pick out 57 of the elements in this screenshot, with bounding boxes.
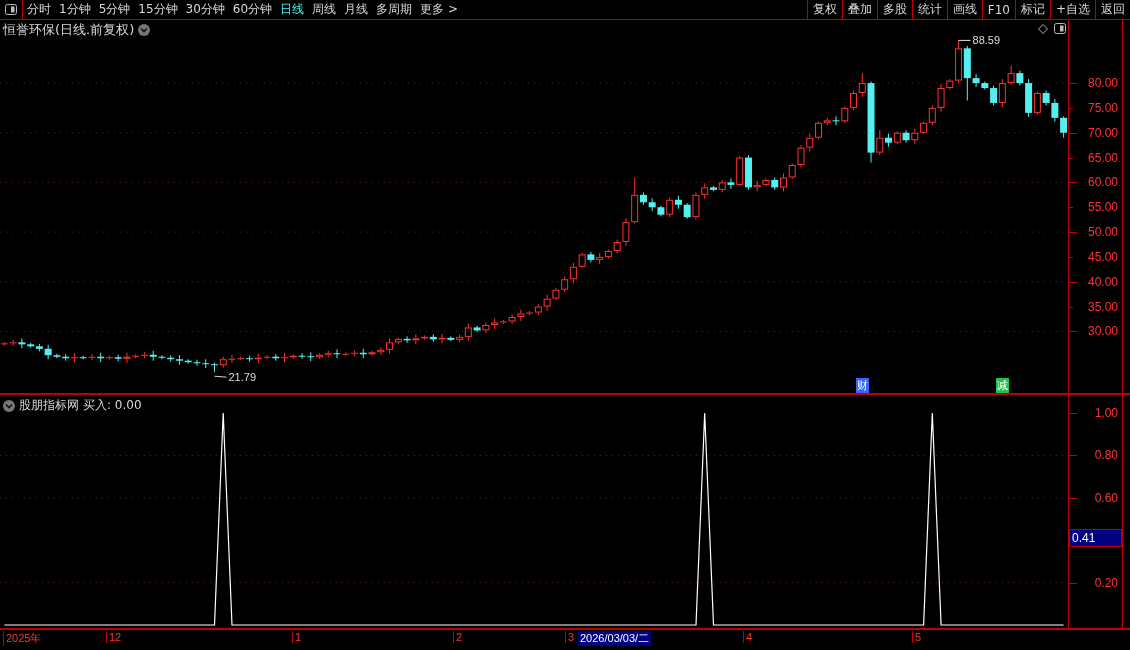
period-tab[interactable]: 15分钟 <box>134 0 182 19</box>
date-axis-label: 2025年 <box>3 631 42 646</box>
date-axis-label: 1 <box>292 631 302 643</box>
axis-label: 60.00 <box>1087 175 1118 190</box>
axis-label: 50.00 <box>1087 225 1118 240</box>
toolbar-button[interactable]: 画线 <box>946 0 982 19</box>
axis-label: 0.20 <box>1094 575 1118 590</box>
axis-label: 0.80 <box>1094 448 1118 463</box>
axis-label: 80.00 <box>1087 76 1118 91</box>
axis-label: 30.00 <box>1087 324 1118 339</box>
price-annotation: 88.59 <box>958 34 1001 47</box>
panel-toggle-icon[interactable] <box>1054 23 1066 34</box>
stock-title: 恒誉环保(日线.前复权) <box>3 21 135 39</box>
diamond-icon[interactable] <box>1038 23 1048 34</box>
period-tab[interactable]: 多周期 <box>372 0 417 19</box>
period-tab[interactable]: 日线 <box>276 0 309 19</box>
axis-label: 55.00 <box>1087 200 1118 215</box>
dropdown-icon[interactable] <box>138 24 151 36</box>
axis-label: 1.00 <box>1094 406 1118 420</box>
axis-label: 35.00 <box>1087 299 1118 314</box>
toolbar-button[interactable]: F10 <box>981 0 1015 19</box>
indicator-name: 股朋指标网 <box>19 397 79 414</box>
axis-label: 40.00 <box>1087 274 1118 289</box>
toolbar-button[interactable]: 返回 <box>1095 0 1130 19</box>
period-tab[interactable]: 月线 <box>340 0 373 19</box>
period-tab[interactable]: 60分钟 <box>228 0 277 19</box>
toolbar-button[interactable]: 多股 <box>876 0 912 19</box>
toolbar-button[interactable]: 复权 <box>806 0 842 19</box>
toolbar-button[interactable]: 统计 <box>911 0 947 19</box>
annotation: 88.59 <box>972 34 1001 47</box>
period-tab[interactable]: 30分钟 <box>181 0 229 19</box>
indicator-reading: 买入: 0.00 <box>83 397 142 414</box>
date-axis-label: 4 <box>743 631 753 643</box>
toolbar-button[interactable]: +自选 <box>1049 0 1095 19</box>
annotation: 21.79 <box>228 371 257 384</box>
period-tab[interactable]: 1分钟 <box>55 0 95 19</box>
axis-label: 65.00 <box>1087 150 1118 165</box>
date-axis-label: 5 <box>912 631 922 643</box>
date-axis-label: 2 <box>453 631 463 643</box>
panel-toggle-icon[interactable] <box>5 4 17 15</box>
period-tab[interactable]: 分时 <box>23 0 55 19</box>
date-axis-label: 3 <box>565 631 575 643</box>
toolbar-button[interactable]: 标记 <box>1014 0 1050 19</box>
dropdown-icon[interactable] <box>3 399 15 412</box>
period-tab[interactable]: 周线 <box>308 0 341 19</box>
toolbar-button[interactable]: 叠加 <box>841 0 877 19</box>
event-marker[interactable]: 财 <box>856 378 870 393</box>
cursor-date: 2026/03/03/二 <box>578 631 652 646</box>
axis-label: 70.00 <box>1087 125 1118 140</box>
axis-label: 75.00 <box>1087 100 1118 115</box>
axis-label: 45.00 <box>1087 249 1118 264</box>
period-tab[interactable]: 5分钟 <box>94 0 135 19</box>
price-annotation: 21.79 <box>214 371 256 384</box>
date-axis-label: 12 <box>106 631 122 643</box>
axis-label: 0.60 <box>1094 490 1118 505</box>
cursor-value: 0.41 <box>1069 529 1122 548</box>
period-tab[interactable]: 更多 > <box>416 0 462 19</box>
